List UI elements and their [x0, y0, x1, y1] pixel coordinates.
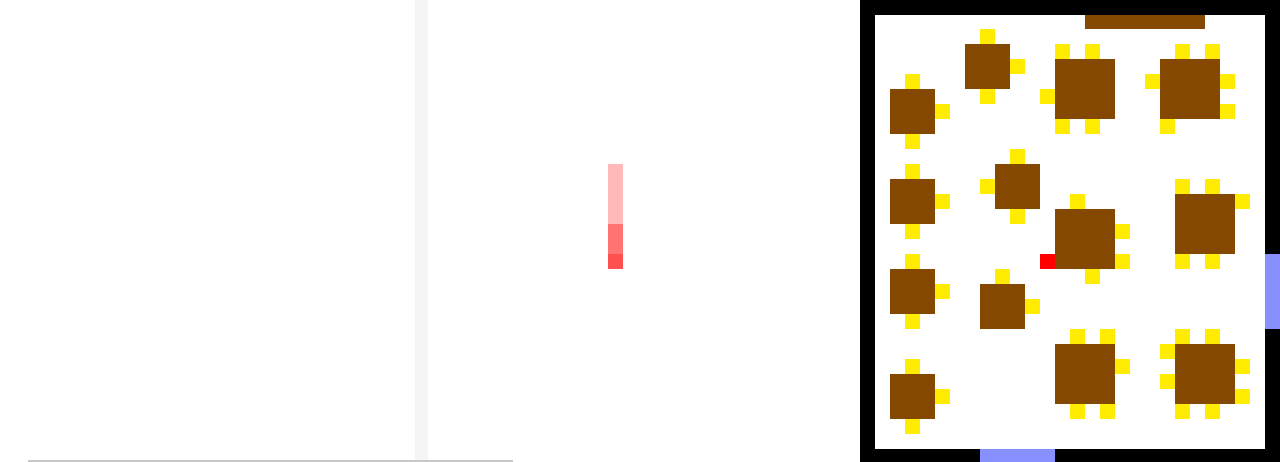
table[interactable]: [890, 179, 935, 224]
chair: [905, 74, 920, 89]
chair: [1070, 329, 1085, 344]
chair: [1010, 209, 1025, 224]
counter: [1085, 15, 1205, 29]
indicator-segment-mid: [608, 224, 623, 254]
table[interactable]: [1055, 209, 1115, 269]
chair: [1205, 44, 1220, 59]
chair: [1085, 44, 1100, 59]
chair: [1175, 404, 1190, 419]
chair: [995, 269, 1010, 284]
chair: [905, 314, 920, 329]
chair: [1175, 179, 1190, 194]
chair: [1010, 59, 1025, 74]
table[interactable]: [965, 44, 1010, 89]
chair: [1055, 44, 1070, 59]
chair: [1115, 254, 1130, 269]
panel-divider: [415, 0, 428, 462]
chair: [935, 389, 950, 404]
chair: [1070, 194, 1085, 209]
chair: [1220, 104, 1235, 119]
chair: [1160, 374, 1175, 389]
chair: [1025, 299, 1040, 314]
chair: [905, 254, 920, 269]
chair: [1205, 254, 1220, 269]
chair: [1205, 179, 1220, 194]
table[interactable]: [1055, 344, 1115, 404]
chair: [1040, 89, 1055, 104]
chair: [935, 104, 950, 119]
chair: [1070, 404, 1085, 419]
chair: [935, 194, 950, 209]
door-right[interactable]: [1265, 254, 1280, 329]
chair: [1115, 224, 1130, 239]
chair: [1010, 149, 1025, 164]
table[interactable]: [890, 89, 935, 134]
table[interactable]: [995, 164, 1040, 209]
chair: [905, 359, 920, 374]
table[interactable]: [1175, 344, 1235, 404]
chair: [980, 179, 995, 194]
chair: [980, 89, 995, 104]
indicator-segment-light: [608, 164, 623, 224]
indicator-segment-dark: [608, 254, 623, 269]
chair: [935, 284, 950, 299]
chair: [1235, 359, 1250, 374]
table[interactable]: [1160, 59, 1220, 119]
table[interactable]: [890, 269, 935, 314]
chair: [905, 419, 920, 434]
agent[interactable]: [1040, 254, 1055, 269]
chair: [1175, 254, 1190, 269]
chair: [1220, 74, 1235, 89]
chair: [1205, 404, 1220, 419]
chair: [1115, 359, 1130, 374]
chair: [1085, 269, 1100, 284]
chair: [1175, 329, 1190, 344]
middle-panel: [428, 0, 848, 462]
chair: [1085, 119, 1100, 134]
chair: [1235, 194, 1250, 209]
chair: [1160, 344, 1175, 359]
chair: [1145, 74, 1160, 89]
chair: [1205, 329, 1220, 344]
chair: [1100, 329, 1115, 344]
chair: [1235, 389, 1250, 404]
restaurant-map[interactable]: [860, 0, 1280, 462]
table[interactable]: [1055, 59, 1115, 119]
left-blank-panel: [0, 0, 415, 462]
chair: [905, 134, 920, 149]
chair: [980, 29, 995, 44]
table[interactable]: [890, 374, 935, 419]
door-bottom[interactable]: [980, 449, 1055, 462]
chair: [1055, 119, 1070, 134]
chair: [1160, 119, 1175, 134]
chair: [1100, 404, 1115, 419]
table[interactable]: [980, 284, 1025, 329]
chair: [905, 164, 920, 179]
table[interactable]: [1175, 194, 1235, 254]
chair: [905, 224, 920, 239]
chair: [1175, 44, 1190, 59]
